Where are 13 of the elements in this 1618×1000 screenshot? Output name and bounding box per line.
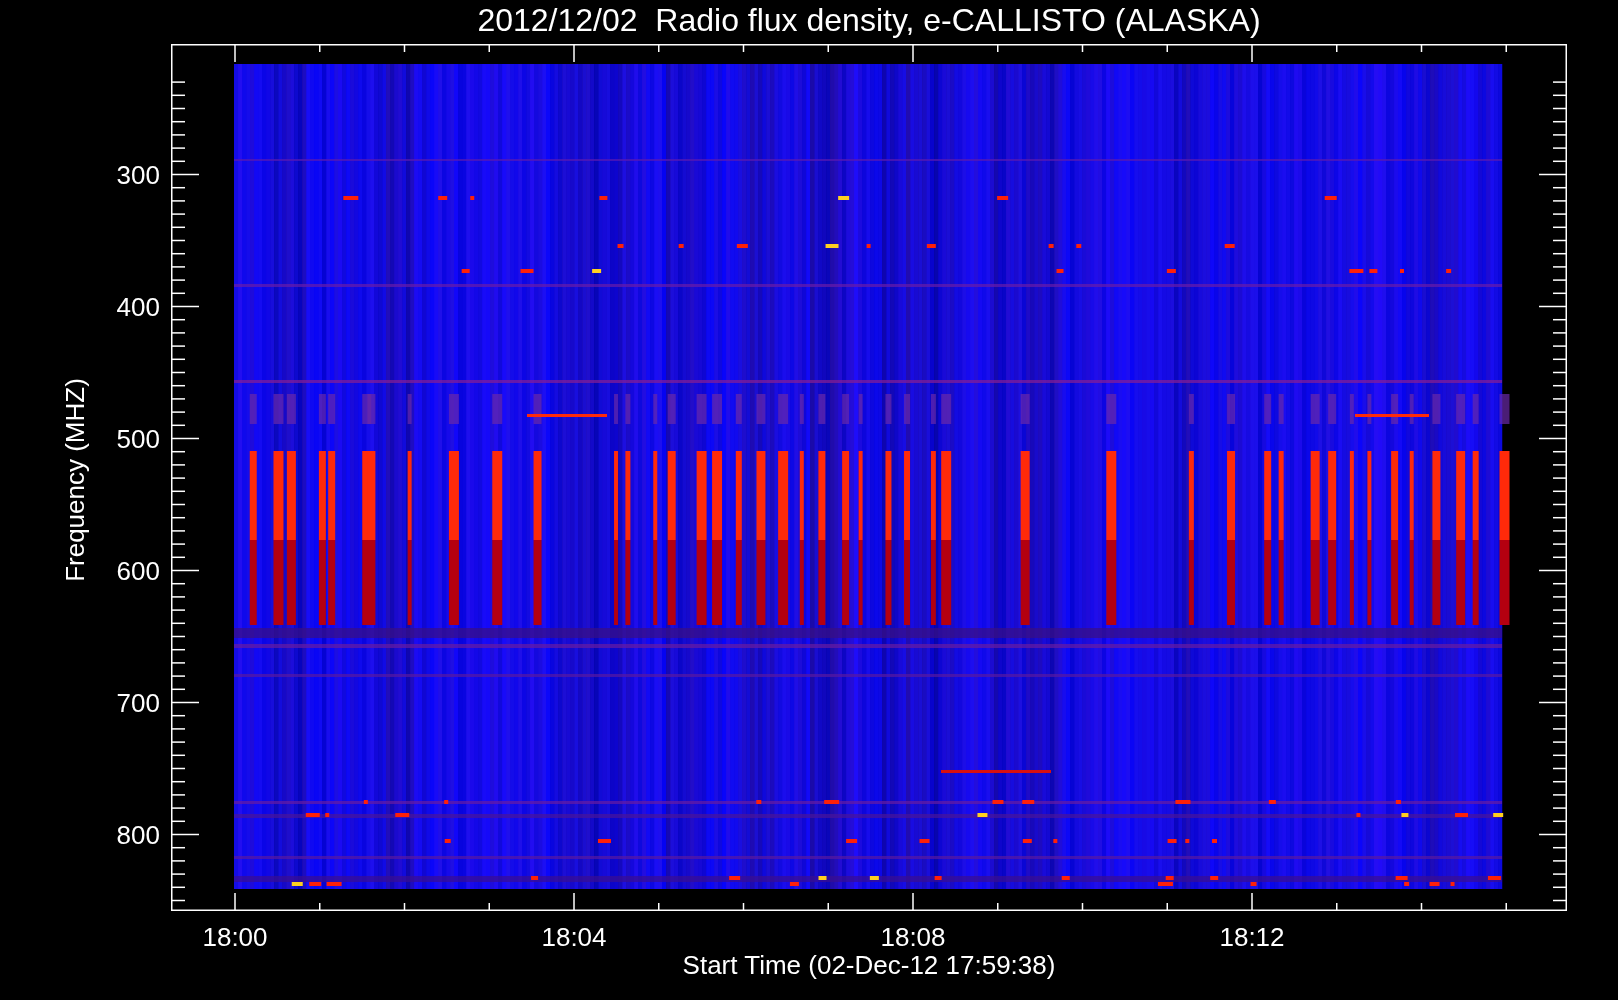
chart-title: 2012/12/02 Radio flux density, e-CALLISTO (ALASKA) <box>476 0 1262 40</box>
y-tick-label: 700 <box>116 687 160 718</box>
y-tick-label: 300 <box>116 159 160 190</box>
x-axis-label: Start Time (02-Dec-12 17:59:38) <box>682 950 1056 980</box>
y-tick-label: 800 <box>116 819 160 850</box>
x-tick-label: 18:04 <box>541 922 607 952</box>
y-tick-label: 400 <box>116 291 160 322</box>
x-tick-label: 18:12 <box>1219 922 1285 952</box>
y-axis-label: Frequency (MHZ) <box>59 378 91 582</box>
x-tick-label: 18:00 <box>202 922 268 952</box>
y-tick-label: 600 <box>116 555 160 586</box>
y-tick-label: 500 <box>116 423 160 454</box>
x-tick-label: 18:08 <box>880 922 946 952</box>
